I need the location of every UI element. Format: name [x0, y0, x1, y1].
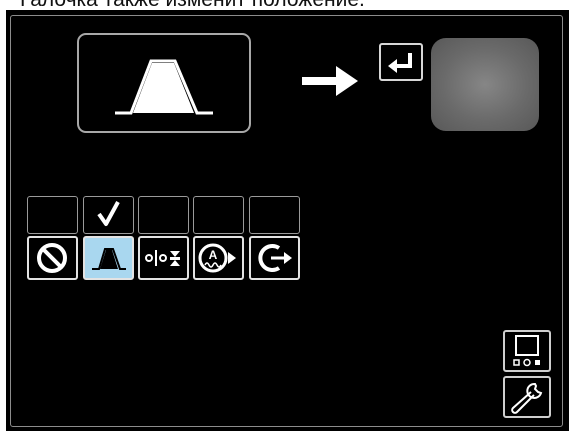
selection-slot-4 [193, 196, 244, 234]
crater-function-icon [92, 248, 126, 270]
enter-key-button[interactable] [379, 43, 423, 81]
spot-timer-icon [145, 250, 180, 266]
check-icon [97, 201, 120, 226]
device-screen: A [6, 10, 569, 431]
option-crater[interactable] [83, 236, 134, 280]
selection-slot-2 [83, 196, 134, 234]
restart-function-icon [258, 244, 292, 272]
gray-preview-tile [431, 38, 539, 131]
display-settings-button[interactable] [503, 330, 551, 372]
display-settings-icon [513, 335, 540, 367]
svg-text:A: A [209, 248, 218, 262]
selection-slot-1 [27, 196, 78, 234]
selection-slot-5 [249, 196, 300, 234]
option-spot-timer[interactable] [138, 236, 189, 280]
enter-key-icon [388, 53, 412, 73]
option-restart[interactable] [249, 236, 300, 280]
selected-function-panel [77, 33, 251, 133]
disable-icon [37, 243, 67, 273]
right-arrow-icon [302, 66, 358, 96]
settings-button[interactable] [503, 376, 551, 418]
wrench-settings-icon [511, 382, 543, 414]
option-disable[interactable] [27, 236, 78, 280]
option-amperage[interactable]: A [193, 236, 244, 280]
amperage-function-icon: A [198, 243, 236, 273]
crater-function-icon [115, 59, 213, 115]
selection-slot-3 [138, 196, 189, 234]
